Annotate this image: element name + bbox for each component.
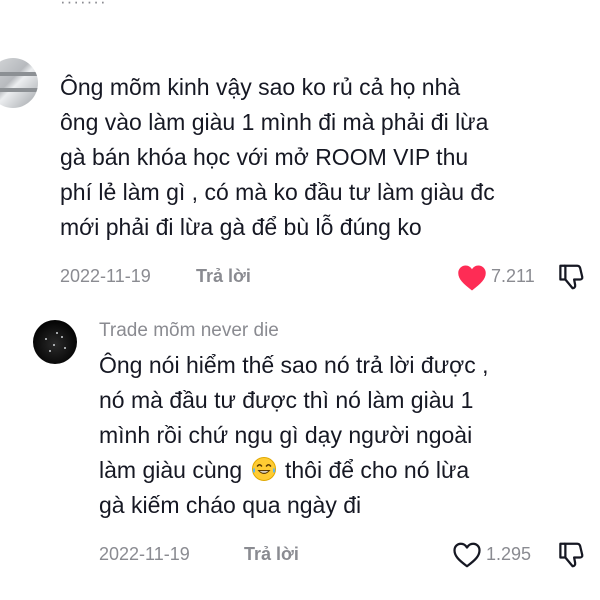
thumbs-down-icon[interactable] xyxy=(555,262,587,297)
avatar[interactable] xyxy=(0,58,38,108)
comment-line: mới phải đi lừa gà để bù lỗ đúng ko xyxy=(60,214,422,240)
comment-text: Ông nói hiểm thế sao nó trả lời được , n… xyxy=(99,348,589,523)
comment-line-segment: làm giàu cùng xyxy=(99,457,243,483)
comment-line: Ông mõm kinh vậy sao ko rủ cả họ nhà xyxy=(60,74,461,100)
avatar-detail xyxy=(0,72,38,76)
comment-date: 2022-11-19 xyxy=(99,544,190,564)
avatar-detail xyxy=(45,338,47,340)
comment-author-cut-off: ······· xyxy=(60,0,107,11)
like-count: 1.295 xyxy=(486,544,532,564)
laughing-tears-emoji-icon xyxy=(251,456,277,482)
avatar-detail xyxy=(49,350,51,352)
like-count: 7.211 xyxy=(491,266,535,286)
avatar[interactable] xyxy=(33,320,77,364)
reply-button[interactable]: Trả lời xyxy=(244,544,299,565)
comment-line-segment: thôi để cho nó lừa xyxy=(278,457,470,483)
comment-line: gà bán khóa học với mở ROOM VIP thu xyxy=(60,144,469,170)
avatar-detail xyxy=(61,336,63,338)
heart-filled-icon[interactable] xyxy=(457,264,487,297)
comment-author[interactable]: Trade mõm never die xyxy=(99,320,279,342)
comment-line: ông vào làm giàu 1 mình đi mà phải đi lừ… xyxy=(60,109,489,135)
avatar-detail xyxy=(53,344,55,346)
comment-line: phí lẻ làm gì , có mà ko đầu tư làm giàu… xyxy=(60,179,495,205)
thumbs-down-icon[interactable] xyxy=(555,540,587,575)
comment-text: Ông mõm kinh vậy sao ko rủ cả họ nhà ông… xyxy=(60,70,590,245)
comment-line: làm giàu cùng thôi để cho nó lừa xyxy=(99,453,589,488)
avatar-detail xyxy=(56,332,58,334)
avatar-detail xyxy=(64,347,66,349)
avatar-detail xyxy=(0,88,38,92)
heart-outline-icon[interactable] xyxy=(452,541,482,574)
reply-button[interactable]: Trả lời xyxy=(196,266,251,287)
comment-line: Ông nói hiểm thế sao nó trả lời được , xyxy=(99,352,489,378)
comment-line: nó mà đầu tư được thì nó làm giàu 1 xyxy=(99,387,474,413)
comment-date: 2022-11-19 xyxy=(60,266,151,286)
comment-line: mình rồi chứ ngu gì dạy người ngoài xyxy=(99,422,473,448)
comment-line: gà kiếm cháo qua ngày đi xyxy=(99,492,362,518)
